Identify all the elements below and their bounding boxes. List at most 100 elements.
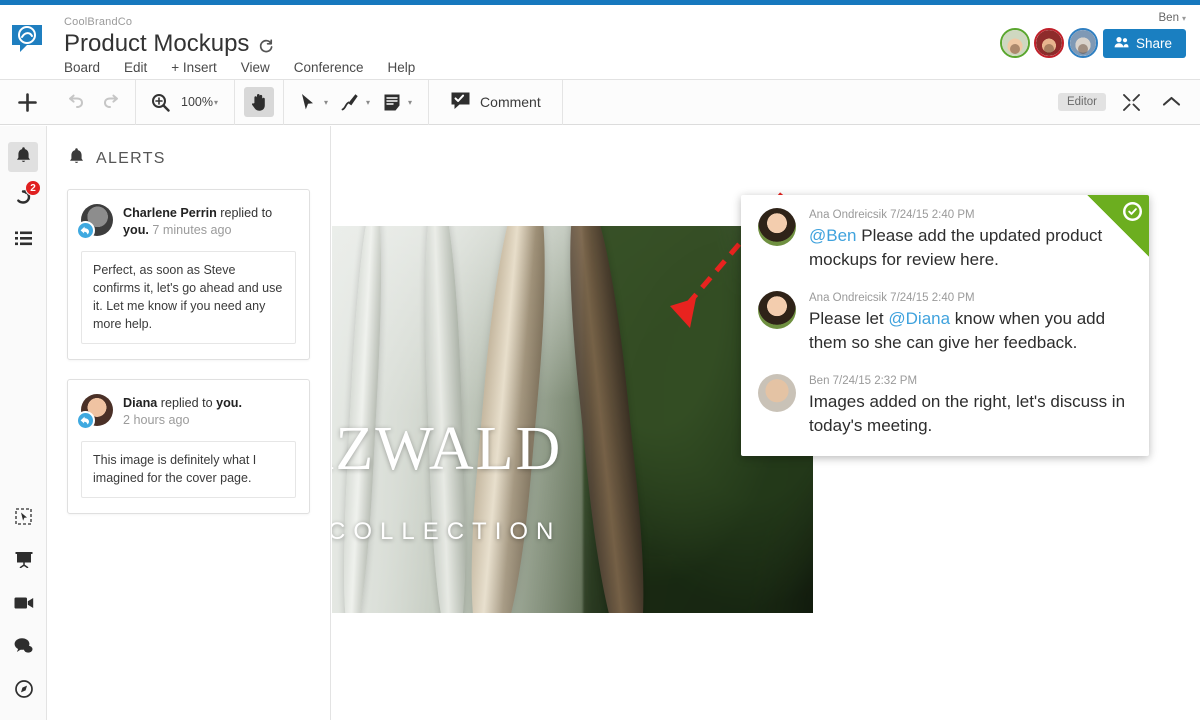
app-header: CoolBrandCo Product Mockups Board Edit +…: [0, 5, 1200, 80]
list-icon: [14, 231, 32, 251]
cover-subtitle: COLLECTION: [332, 518, 562, 545]
alert-quote: Perfect, as soon as Steve confirms it, l…: [81, 251, 296, 344]
zoom-level[interactable]: 100%: [181, 95, 213, 109]
alerts-header: ALERTS: [47, 126, 330, 170]
alert-time: 2 hours ago: [123, 413, 190, 427]
chevron-down-icon[interactable]: ▾: [214, 98, 218, 107]
comment-text: Please let @Diana know when you add them…: [809, 307, 1131, 355]
comment-meta: Ana Ondreicsik 7/24/15 2:40 PM: [809, 209, 975, 221]
collapse-arrows-icon[interactable]: [1116, 87, 1146, 117]
alert-summary: Charlene Perrin replied to you. 7 minute…: [123, 204, 296, 239]
toolbar: 100% ▾ ▾ ▾ ▾ Comment Editor: [0, 79, 1200, 125]
menu-bar: Board Edit + Insert View Conference Help: [64, 59, 415, 77]
sync-refresh-icon[interactable]: [258, 38, 274, 54]
chat-bubbles-icon: [14, 637, 33, 659]
add-button[interactable]: [12, 87, 42, 117]
avatar[interactable]: [1000, 28, 1030, 58]
people-icon: [1114, 36, 1129, 51]
user-name: Ben: [1158, 12, 1179, 24]
comment-text: Images added on the right, let's discuss…: [809, 392, 1126, 435]
rail-button-compass[interactable]: [9, 676, 39, 706]
menu-item-conference[interactable]: Conference: [294, 59, 364, 77]
avatar: [758, 208, 796, 246]
chevron-down-icon: ▾: [1181, 14, 1186, 23]
compass-icon: [14, 679, 33, 703]
comment-body-pre: Please let: [809, 309, 889, 328]
alert-action: replied to: [216, 206, 273, 220]
alert-author: Diana: [123, 396, 158, 410]
reply-icon: [76, 221, 95, 240]
rail-button-activity[interactable]: [8, 226, 38, 256]
menu-item-view[interactable]: View: [241, 59, 270, 77]
menu-item-help[interactable]: Help: [388, 59, 416, 77]
comment-button[interactable]: Comment: [438, 87, 553, 117]
company-name: CoolBrandCo: [64, 16, 133, 28]
comment-item: Ben 7/24/15 2:32 PM Images added on the …: [741, 361, 1149, 456]
rail-button-presentation[interactable]: [9, 547, 39, 577]
avatar[interactable]: [1034, 28, 1064, 58]
alert-quote: This image is definitely what I imagined…: [81, 441, 296, 498]
mention-link[interactable]: @Ben: [809, 226, 857, 245]
cursor-tool-button[interactable]: [293, 87, 323, 117]
editor-mode-chip[interactable]: Editor: [1057, 93, 1106, 111]
rail-button-video[interactable]: [9, 590, 39, 620]
speech-bubble-logo[interactable]: [10, 23, 44, 53]
alert-action: replied to: [157, 396, 217, 410]
cover-wordmark: RZWALD: [332, 415, 563, 483]
comment-meta: Ben 7/24/15 2:32 PM: [809, 375, 918, 387]
alert-summary: Diana replied to you. 2 hours ago: [123, 394, 242, 429]
zoom-button[interactable]: [145, 87, 175, 117]
pen-tool-button[interactable]: [335, 87, 365, 117]
undo-button[interactable]: [60, 87, 90, 117]
approved-check-icon[interactable]: [1123, 202, 1142, 221]
reply-icon: [76, 411, 95, 430]
rail-button-select-frame[interactable]: [9, 504, 39, 534]
comment-item: Ana Ondreicsik 7/24/15 2:40 PM Please le…: [741, 278, 1149, 361]
list-item[interactable]: Diana replied to you. 2 hours ago This i…: [67, 379, 310, 514]
rail-button-replies[interactable]: 2: [8, 180, 41, 214]
user-menu[interactable]: Ben ▾: [1159, 12, 1186, 24]
avatar[interactable]: [1068, 28, 1098, 58]
avatar: [76, 204, 113, 240]
board-canvas[interactable]: RZWALD COLLECTION Ana Ondreicsik 7/24/15…: [331, 126, 1200, 720]
share-label: Share: [1135, 36, 1172, 51]
comment-meta: Ana Ondreicsik 7/24/15 2:40 PM: [809, 292, 975, 304]
menu-item-insert[interactable]: + Insert: [171, 59, 216, 77]
rail-button-alerts[interactable]: [8, 142, 38, 172]
toolbar-right-group: Editor: [1057, 87, 1200, 117]
comment-bubble-icon: [450, 91, 471, 113]
chevron-down-icon[interactable]: ▾: [366, 98, 370, 107]
mention-link[interactable]: @Diana: [888, 309, 950, 328]
menu-item-board[interactable]: Board: [64, 59, 100, 77]
avatar: [76, 394, 113, 430]
brand-block: CoolBrandCo Product Mockups: [64, 16, 274, 58]
note-tool-button[interactable]: [377, 87, 407, 117]
comment-text: @Ben Please add the updated product mock…: [809, 224, 1131, 272]
bell-icon: [15, 146, 32, 169]
alert-target: you.: [216, 396, 242, 410]
alert-time: 7 minutes ago: [148, 223, 232, 237]
share-button[interactable]: Share: [1102, 29, 1186, 58]
video-camera-icon: [14, 596, 34, 615]
avatar: [758, 291, 796, 329]
redo-button[interactable]: [96, 87, 126, 117]
bell-icon: [68, 147, 85, 170]
app-window: CoolBrandCo Product Mockups Board Edit +…: [0, 0, 1200, 720]
chevron-down-icon[interactable]: ▾: [324, 98, 328, 107]
page-title: Product Mockups: [64, 30, 250, 57]
comment-label: Comment: [480, 94, 541, 110]
chevron-up-icon[interactable]: [1156, 87, 1186, 117]
alerts-title: ALERTS: [96, 149, 166, 167]
toolbar-divider: [561, 79, 563, 125]
hand-tool-button[interactable]: [244, 87, 274, 117]
avatar: [758, 374, 796, 412]
collaborator-avatars: [1000, 28, 1098, 58]
rail-button-chat[interactable]: [9, 633, 39, 663]
select-frame-icon: [15, 508, 32, 530]
presentation-icon: [15, 551, 33, 573]
comment-thread-popup[interactable]: Ana Ondreicsik 7/24/15 2:40 PM @Ben Plea…: [741, 195, 1149, 456]
menu-item-edit[interactable]: Edit: [124, 59, 147, 77]
chevron-down-icon[interactable]: ▾: [408, 98, 412, 107]
list-item[interactable]: Charlene Perrin replied to you. 7 minute…: [67, 189, 310, 360]
alerts-sidebar: ALERTS Charlene Perrin replied to you. 7…: [47, 126, 331, 720]
